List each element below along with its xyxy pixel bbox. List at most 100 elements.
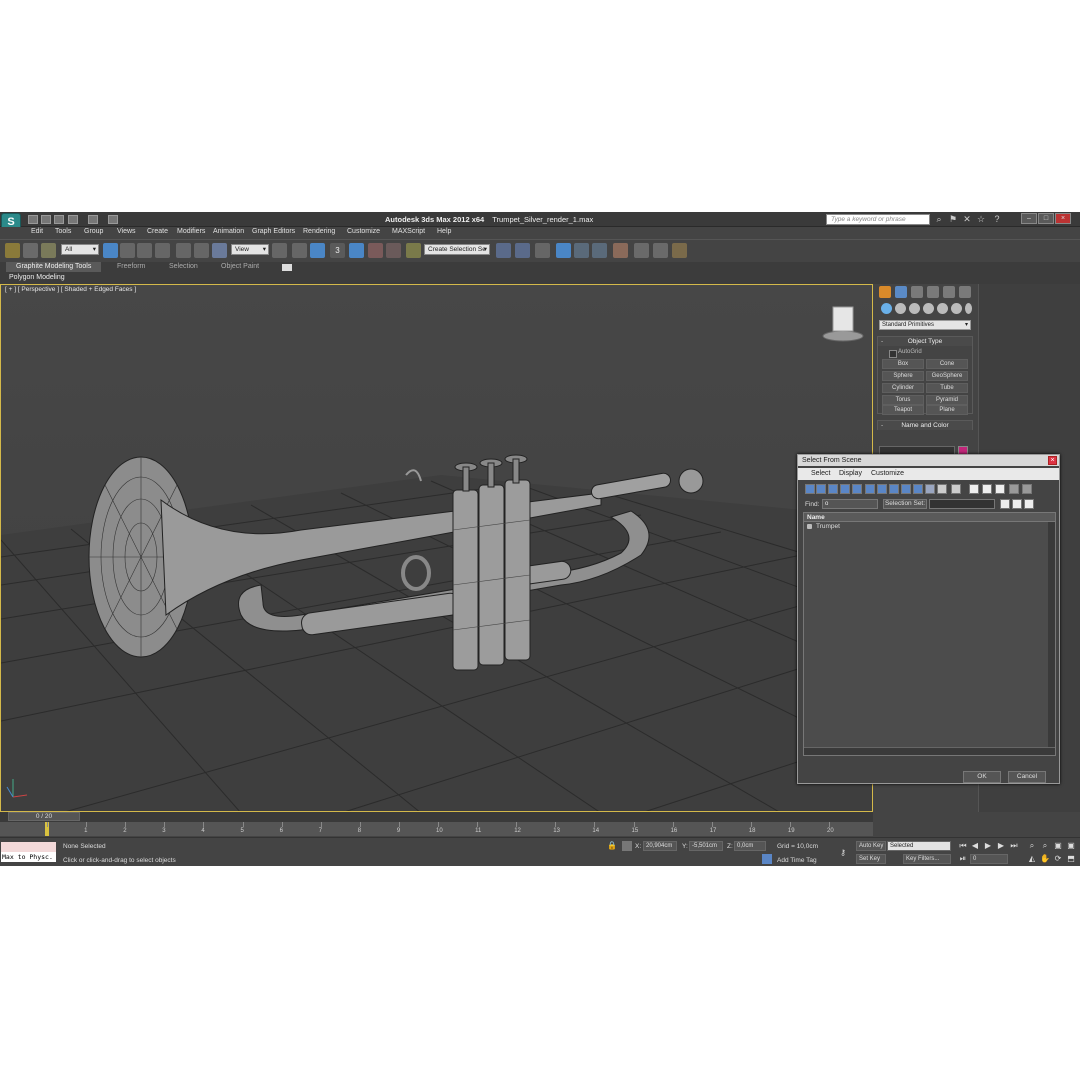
mirror-icon[interactable]: [496, 243, 511, 258]
select-dependents-icon[interactable]: [1022, 484, 1032, 494]
torus-button[interactable]: Torus: [882, 395, 924, 405]
cancel-button[interactable]: Cancel: [1008, 771, 1046, 783]
key-filters-button[interactable]: Key Filters...: [903, 854, 951, 864]
menu-help[interactable]: Help: [437, 228, 451, 235]
spinner-snap-icon[interactable]: [386, 243, 401, 258]
display-none-icon[interactable]: [937, 484, 947, 494]
menu-tools[interactable]: Tools: [55, 228, 71, 235]
select-none-icon[interactable]: [982, 484, 992, 494]
render-setup-icon[interactable]: [634, 243, 649, 258]
display-lights-icon[interactable]: [828, 484, 838, 494]
schematic-view-icon[interactable]: [592, 243, 607, 258]
geometry-icon[interactable]: [881, 303, 892, 314]
snaps-toggle-icon[interactable]: 3: [330, 243, 345, 258]
systems-icon[interactable]: [965, 303, 972, 314]
zoom-extents-all-icon[interactable]: ▣: [1066, 841, 1076, 851]
viewport-label-menu[interactable]: [ + ] [ Perspective ] [ Shaded + Edged F…: [5, 286, 136, 293]
unlink-icon[interactable]: [23, 243, 38, 258]
perspective-viewport[interactable]: [ + ] [ Perspective ] [ Shaded + Edged F…: [0, 284, 873, 812]
favorites-icon[interactable]: ☆: [976, 214, 986, 224]
motion-tab-icon[interactable]: [927, 286, 939, 298]
geosphere-button[interactable]: GeoSphere: [926, 371, 968, 381]
curve-editor-icon[interactable]: [574, 243, 589, 258]
save-file-icon[interactable]: [54, 215, 64, 224]
help-icon[interactable]: ?: [992, 214, 1002, 224]
pivot-center-icon[interactable]: [272, 243, 287, 258]
time-slider-thumb[interactable]: 0 / 20: [8, 812, 80, 821]
modify-tab-icon[interactable]: [895, 286, 907, 298]
maxscript-listener[interactable]: Max to Physc.: [1, 842, 56, 862]
menu-graph-editors[interactable]: Graph Editors: [252, 228, 295, 235]
goto-start-icon[interactable]: ⏮: [958, 841, 968, 851]
angle-snap-icon[interactable]: [349, 243, 364, 258]
dialog-menu-display[interactable]: Display: [839, 470, 862, 477]
key-icon[interactable]: ⚷: [838, 848, 848, 858]
help-search-input[interactable]: Type a keyword or phrase: [826, 214, 930, 225]
lights-icon[interactable]: [909, 303, 920, 314]
box-button[interactable]: Box: [882, 359, 924, 369]
shapes-icon[interactable]: [895, 303, 906, 314]
pyramid-button[interactable]: Pyramid: [926, 395, 968, 405]
zoom-icon[interactable]: ⌕: [1027, 841, 1037, 851]
select-invert-icon[interactable]: [995, 484, 1005, 494]
display-bones-icon[interactable]: [901, 484, 911, 494]
tab-selection[interactable]: Selection: [169, 262, 198, 272]
dialog-menu-customize[interactable]: Customize: [871, 470, 904, 477]
reference-coordinate-dropdown[interactable]: View: [231, 244, 269, 255]
redo-icon[interactable]: [88, 215, 98, 224]
sphere-button[interactable]: Sphere: [882, 371, 924, 381]
move-icon[interactable]: [176, 243, 191, 258]
maximize-button[interactable]: □: [1038, 213, 1054, 224]
ribbon-options-icon[interactable]: [282, 264, 292, 271]
horizontal-scrollbar[interactable]: [804, 747, 1055, 755]
display-geometry-icon[interactable]: [805, 484, 815, 494]
list-item[interactable]: Trumpet: [804, 522, 1055, 531]
zoom-all-icon[interactable]: ⌕: [1040, 841, 1050, 851]
edit-named-selection-icon[interactable]: [406, 243, 421, 258]
open-file-icon[interactable]: [41, 215, 51, 224]
render-production-icon[interactable]: [672, 243, 687, 258]
menu-edit[interactable]: Edit: [31, 228, 43, 235]
hierarchy-tab-icon[interactable]: [911, 286, 923, 298]
y-coordinate-input[interactable]: -5,501cm: [689, 841, 723, 851]
display-cameras-icon[interactable]: [840, 484, 850, 494]
vertical-scrollbar[interactable]: [1048, 522, 1055, 747]
material-editor-icon[interactable]: [613, 243, 628, 258]
name-column-header[interactable]: Name: [804, 513, 1055, 522]
window-crossing-icon[interactable]: [155, 243, 170, 258]
menu-modifiers[interactable]: Modifiers: [177, 228, 205, 235]
display-shapes-icon[interactable]: [816, 484, 826, 494]
cameras-icon[interactable]: [923, 303, 934, 314]
link-icon[interactable]: [5, 243, 20, 258]
subscription-icon[interactable]: ⚑: [948, 214, 958, 224]
next-frame-icon[interactable]: ▶: [996, 841, 1006, 851]
set-key-button[interactable]: Set Key: [856, 854, 886, 864]
display-helpers-icon[interactable]: [852, 484, 862, 494]
menu-views[interactable]: Views: [117, 228, 136, 235]
communication-icon[interactable]: ✕: [962, 214, 972, 224]
display-groups-icon[interactable]: [877, 484, 887, 494]
display-all-icon[interactable]: [925, 484, 935, 494]
project-folder-icon[interactable]: [108, 215, 118, 224]
menu-group[interactable]: Group: [84, 228, 103, 235]
plane-button[interactable]: Plane: [926, 405, 968, 415]
menu-customize[interactable]: Customize: [347, 228, 380, 235]
scale-icon[interactable]: [212, 243, 227, 258]
teapot-button[interactable]: Teapot: [882, 405, 924, 415]
display-space-warps-icon[interactable]: [865, 484, 875, 494]
percent-snap-icon[interactable]: [368, 243, 383, 258]
lock-selection-icon[interactable]: 🔒: [607, 841, 617, 851]
dialog-menu-select[interactable]: Select: [811, 470, 830, 477]
new-file-icon[interactable]: [28, 215, 38, 224]
cylinder-button[interactable]: Cylinder: [882, 383, 924, 393]
sync-selection-icon[interactable]: [1009, 484, 1019, 494]
ok-button[interactable]: OK: [963, 771, 1001, 783]
rectangular-selection-icon[interactable]: [137, 243, 152, 258]
menu-rendering[interactable]: Rendering: [303, 228, 335, 235]
display-invert-icon[interactable]: [951, 484, 961, 494]
menu-maxscript[interactable]: MAXScript: [392, 228, 425, 235]
keyboard-shortcut-toggle-icon[interactable]: [310, 243, 325, 258]
create-selection-set-icon[interactable]: [1000, 499, 1010, 509]
track-bar[interactable]: 1 2 3 4 5 6 7 8 9 10 11 12 13 14 15 16 17 18 19 20: [0, 822, 873, 836]
tab-freeform[interactable]: Freeform: [117, 262, 145, 272]
